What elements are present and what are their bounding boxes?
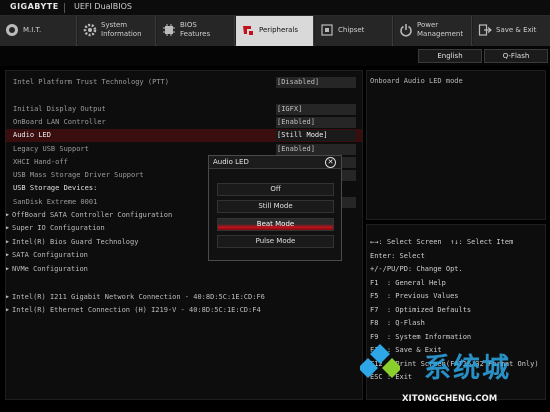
tab-label: BIOS Features [180,21,211,38]
key-hint: F8 : Q-Flash [370,319,425,327]
setting-audio-led[interactable]: Audio LED [Still Mode] [6,129,362,142]
tab-label: M.I.T. [23,26,42,34]
watermark-cn-text: 系统城 [424,353,511,384]
submenu-label: Intel(R) I211 Gigabit Network Connection… [6,291,265,304]
submenu-label: NVMe Configuration [6,263,88,276]
power-icon [400,24,412,37]
submenu-label: Intel(R) Bios Guard Technology [6,236,138,249]
setting-label: XHCI Hand-off [13,158,68,166]
peripherals-icon [243,26,253,35]
tab-label: Power Management [417,21,464,38]
key-hint: F5 : Previous Values [370,292,459,300]
tab-system-information[interactable]: System Information [78,16,156,46]
setting-value[interactable]: [IGFX] [276,104,356,115]
submenu-label: Super IO Configuration [6,222,105,235]
key-hint: +/-/PU/PD: Change Opt. [370,265,463,273]
setting-label: Audio LED [13,131,51,139]
circle-gauge-icon [6,24,18,36]
setting-initial-display-output[interactable]: Initial Display Output [IGFX] [6,103,362,116]
close-icon[interactable]: ✕ [325,157,336,168]
setting-label: OnBoard LAN Controller [13,118,106,126]
key-hint: F1 : General Help [370,279,446,287]
chip-icon [163,24,175,36]
tab-save-exit[interactable]: Save & Exit [473,16,550,46]
dialog-header: Audio LED ✕ [209,156,341,169]
submenu-label: OffBoard SATA Controller Configuration [6,209,172,222]
setting-label: SanDisk Extreme 0001 [13,198,98,206]
setting-onboard-lan[interactable]: OnBoard LAN Controller [Enabled] [6,116,362,129]
dialog-title: Audio LED [213,158,249,166]
qflash-button[interactable]: Q-Flash [484,49,548,63]
setting-value[interactable]: [Still Mode] [276,130,356,141]
setting-label: Intel Platform Trust Technology (PTT) [13,78,169,86]
option-still-mode[interactable]: Still Mode [217,200,334,213]
watermark-logo-icon [360,344,400,378]
chipset-icon [321,24,333,36]
option-pulse-mode[interactable]: Pulse Mode [217,235,334,248]
tab-power-management[interactable]: Power Management [394,16,472,46]
tab-peripherals[interactable]: Peripherals [236,16,314,46]
key-hint: ←→: Select Screen ↑↓: Select Item [370,238,514,246]
submenu-i211-network[interactable]: Intel(R) I211 Gigabit Network Connection… [6,291,362,304]
submenu-label: Intel(R) Ethernet Connection (H) I219-V … [6,304,261,317]
setting-value[interactable]: [Enabled] [276,117,356,128]
audio-led-dialog: Audio LED ✕ Off Still Mode Beat Mode Pul… [208,155,342,261]
submenu-label: SATA Configuration [6,249,88,262]
setting-value[interactable]: [Enabled] [276,144,356,155]
title-divider [64,3,65,13]
gear-icon [83,23,97,37]
tab-chipset[interactable]: Chipset [315,16,393,46]
setting-label: USB Mass Storage Driver Support [13,171,144,179]
option-beat-mode[interactable]: Beat Mode [217,218,334,231]
watermark-url: XITONGCHENG.COM [402,394,498,404]
tab-label: Save & Exit [496,26,537,34]
section-label: USB Storage Devices: [13,184,98,192]
language-button[interactable]: English [418,49,482,63]
main-menu-bar: M.I.T. System Information BIOS Features … [0,16,550,46]
tab-label: Chipset [338,26,365,34]
tab-mit[interactable]: M.I.T. [0,16,77,46]
submenu-nvme[interactable]: NVMe Configuration [6,263,362,276]
tab-bios-features[interactable]: BIOS Features [157,16,235,46]
brand-logo: GIGABYTE [10,2,59,11]
option-off[interactable]: Off [217,183,334,196]
setting-value[interactable]: [Disabled] [276,77,356,88]
title-bar: GIGABYTE UEFI DualBIOS [0,0,550,16]
setting-label: Initial Display Output [13,105,106,113]
tab-label: System Information [101,21,142,38]
exit-icon [478,24,492,36]
help-text: Onboard Audio LED mode [370,77,463,85]
key-hint: Enter: Select [370,252,425,260]
sub-toolbar: English Q-Flash [0,46,550,66]
product-name: UEFI DualBIOS [74,2,132,11]
setting-label: Legacy USB Support [13,145,89,153]
tab-label: Peripherals [259,26,299,34]
key-hint: F7 : Optimized Defaults [370,306,472,314]
help-panel: Onboard Audio LED mode [366,70,546,220]
submenu-i219-network[interactable]: Intel(R) Ethernet Connection (H) I219-V … [6,304,362,317]
setting-ptt[interactable]: Intel Platform Trust Technology (PTT) [D… [6,76,362,89]
site-watermark: 系统城 XITONGCHENG.COM [360,340,550,412]
